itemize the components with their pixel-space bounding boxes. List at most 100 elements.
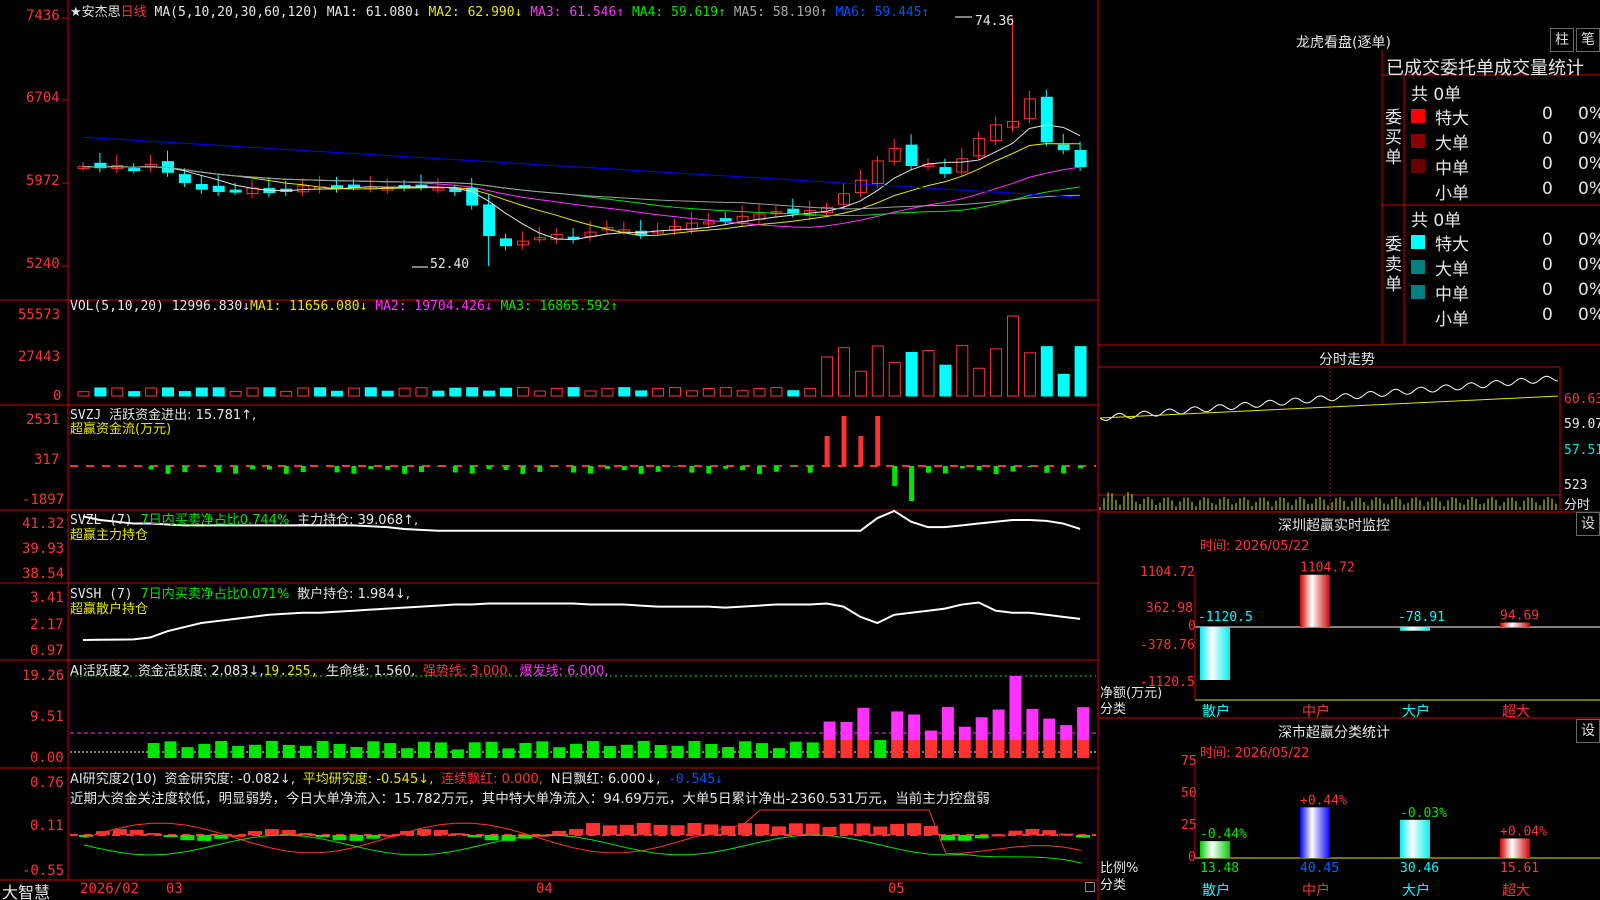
research-bar: [298, 833, 313, 836]
price-axis-tick: 7436: [26, 8, 60, 24]
sz-class-axis-tick: 0: [1188, 850, 1196, 865]
intraday-title: 分时走势: [1319, 352, 1375, 368]
research-bar: [197, 835, 212, 841]
buy-row-label: 中单: [1435, 159, 1469, 179]
volume-bar: [1007, 315, 1019, 397]
ai-active-bar: [1009, 740, 1022, 758]
sell-row-pct: 0%: [1578, 305, 1600, 325]
ai-research-header: AI研究度2(10) 资金研究度: -0.082↓, 平均研究度: -0.545…: [70, 768, 723, 787]
ai-active-bar: [570, 743, 583, 758]
buy-row-count: 0: [1542, 154, 1553, 174]
volume-bar: [331, 390, 343, 397]
svzj-bar: [537, 466, 543, 472]
svzj-bar: [892, 466, 898, 486]
sz-class-settings-button[interactable]: 设: [1576, 719, 1600, 743]
research-bar: [957, 835, 972, 841]
bar-view-button[interactable]: 柱: [1550, 28, 1574, 52]
ai-active-bar: [401, 748, 414, 758]
svzj-bar: [469, 466, 475, 474]
sz-axis-tick: -378.76: [1140, 638, 1195, 653]
chart-canvas[interactable]: -1120.5 散户 1104.72 中户 -78.91 大户 94.69 超大 -0.44% 1…: [0, 0, 1600, 900]
svzj-bar: [520, 466, 526, 474]
tick-view-button[interactable]: 笔: [1576, 28, 1600, 52]
svzj-bar: [148, 466, 154, 470]
volume-bar: [956, 345, 969, 397]
ai-active-bar: [519, 742, 532, 758]
research-bar: [805, 823, 820, 835]
volume-bar: [939, 364, 952, 397]
ai-active-burst-bar: [975, 717, 988, 740]
research-bar: [552, 830, 567, 835]
class-change-label: -0.03%: [1400, 806, 1447, 821]
candle-body: [195, 184, 208, 190]
stock-name[interactable]: ★安杰思: [70, 5, 121, 20]
buy-side-label: 委买单: [1385, 108, 1402, 168]
svzl-subtitle: 超赢主力持仓: [70, 528, 149, 543]
svzj-bar: [588, 466, 593, 474]
ai-research-value: 资金研究度: -0.082↓,: [164, 772, 295, 787]
volume-bar: [854, 370, 867, 397]
lock-icon[interactable]: [1085, 882, 1095, 892]
svsh-axis-tick: 0.97: [30, 643, 64, 659]
volume-bar: [449, 387, 462, 397]
volume-bar: [145, 387, 158, 397]
sz-net-bar: [1300, 574, 1330, 627]
ai-active-bar: [789, 741, 802, 758]
buy-total: 共 0单: [1411, 85, 1462, 105]
ai-active-bar: [857, 740, 870, 758]
research-bar: [755, 824, 769, 835]
app-logo[interactable]: 大智慧: [2, 879, 50, 900]
buy-row-label: 大单: [1435, 134, 1469, 154]
research-bar: [315, 835, 330, 838]
ai-active-burst-bar: [1009, 676, 1022, 740]
order-stats-subtitle: 已成交委托单成交量统计: [1386, 58, 1584, 79]
research-bar: [129, 829, 144, 835]
buy-row-label: 特大: [1435, 109, 1469, 129]
ai-active-bar: [1060, 740, 1073, 758]
research-bar: [1059, 833, 1074, 836]
ai-active-bar: [688, 741, 701, 758]
ai-active-bar: [739, 741, 752, 758]
ai-active-bar: [485, 741, 498, 758]
ma-params: MA(5,10,20,30,60,120): [154, 5, 319, 20]
intraday-mode-label[interactable]: 分时: [1564, 494, 1590, 513]
svzj-bar: [706, 466, 712, 474]
ai-commentary: 近期大资金关注度较低，明显弱势，今日大单净流入：15.782万元，其中特大单净流…: [70, 791, 990, 807]
ai-active-bar: [333, 743, 346, 758]
price-axis-tick: 6704: [26, 90, 60, 106]
research-bar: [433, 829, 448, 835]
ai-avg-research: 平均研究度: -0.545↓,: [302, 772, 434, 787]
svzj-bar: [689, 466, 695, 473]
svzj-bar: [807, 466, 813, 473]
ai-n-day-red: N日飘红: 6.000↓,: [550, 772, 661, 787]
sz-monitor-settings-button[interactable]: 设: [1576, 512, 1600, 536]
research-bar: [95, 831, 110, 835]
research-bar: [1025, 829, 1040, 835]
ai-active-bar: [654, 744, 667, 758]
ai-active-bar: [198, 743, 211, 758]
research-bar: [788, 823, 803, 835]
ai-active-burst-bar: [823, 721, 836, 740]
ai-active-bar: [384, 743, 397, 758]
volume-bar: [381, 390, 394, 397]
vol-ma2: MA2: 19704.426↓: [375, 299, 493, 314]
svsh-axis-tick: 2.17: [30, 617, 64, 633]
volume-bar: [364, 387, 377, 397]
svzj-bar: [233, 466, 239, 474]
candle-body: [1074, 149, 1087, 168]
ai-active-bar: [418, 741, 430, 758]
sz-monitor-time: 时间: 2026/05/22: [1200, 539, 1310, 554]
class-category-label: 散户: [1202, 882, 1230, 899]
ai-active-header: AI活跃度2 资金活跃度: 2.083↓,19.255, 生命线: 1.560,…: [70, 660, 609, 679]
svzj-axis-tick: 317: [34, 452, 60, 468]
svzj-bar: [1044, 466, 1050, 473]
sz-category-label: 大户: [1402, 703, 1430, 720]
svzl-axis-tick: 41.32: [22, 516, 65, 532]
research-bar: [771, 826, 786, 835]
svzj-bar: [993, 466, 999, 474]
volume-bar: [516, 387, 529, 397]
period-label[interactable]: 日线: [121, 5, 147, 20]
volume-bar: [483, 390, 496, 397]
svzj-bar: [604, 466, 610, 469]
volume-bar: [669, 387, 681, 397]
